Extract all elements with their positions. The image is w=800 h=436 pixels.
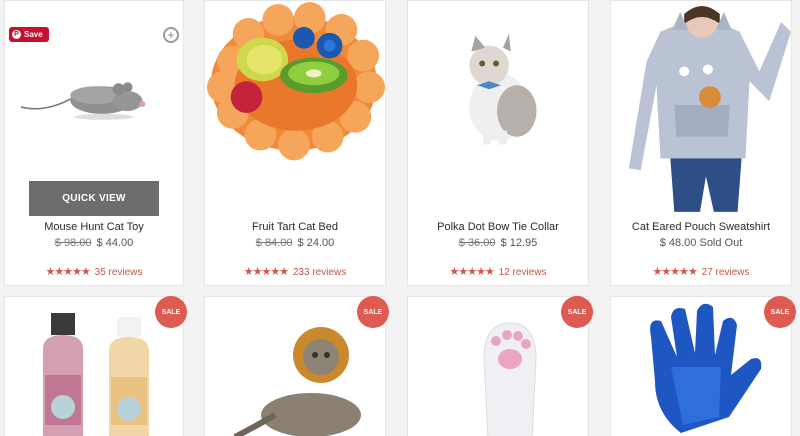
sale-price: $ 48.00 Sold Out: [659, 237, 743, 249]
product-card-mouse-toy[interactable]: P Save + QUICK VIEW Mouse Hunt Cat Toy $…: [4, 0, 184, 286]
sale-price: $ 12.95: [500, 237, 538, 249]
star-rating-icon: ★★★★★: [243, 266, 289, 278]
product-card-fruit-tart-bed[interactable]: Fruit Tart Cat Bed $ 84.00 $ 24.00 ★★★★★…: [204, 0, 386, 286]
product-price: $ 84.00 $ 24.00: [205, 237, 385, 249]
review-count: 27 reviews: [701, 267, 750, 278]
product-price: $ 36.00 $ 12.95: [408, 237, 588, 249]
sale-price: $ 44.00: [96, 237, 134, 249]
product-image-cat-bed[interactable]: [205, 1, 385, 213]
product-price: $ 48.00 Sold Out: [611, 237, 791, 249]
review-count: 35 reviews: [94, 267, 143, 278]
original-price: $ 36.00: [458, 237, 496, 249]
product-image-sweatshirt-model[interactable]: [611, 1, 791, 213]
star-rating-icon: ★★★★★: [652, 266, 698, 278]
zoom-icon[interactable]: +: [163, 27, 179, 43]
quick-view-button[interactable]: QUICK VIEW: [29, 181, 159, 216]
sale-badge: SALE: [561, 296, 593, 328]
product-image-kitten-bowtie[interactable]: [408, 1, 588, 213]
star-rating-icon: ★★★★★: [45, 266, 91, 278]
product-reviews[interactable]: ★★★★★ 233 reviews: [205, 265, 385, 278]
product-grid: P Save + QUICK VIEW Mouse Hunt Cat Toy $…: [0, 0, 800, 436]
save-label: Save: [24, 30, 43, 39]
original-price: $ 98.00: [54, 237, 92, 249]
product-card-bow-tie-collar[interactable]: Polka Dot Bow Tie Collar $ 36.00 $ 12.95…: [407, 0, 589, 286]
pinterest-icon: P: [12, 30, 21, 39]
sale-badge: SALE: [155, 296, 187, 328]
sale-price: $ 24.00: [297, 237, 335, 249]
star-rating-icon: ★★★★★: [449, 266, 495, 278]
review-count: 233 reviews: [292, 267, 347, 278]
product-title[interactable]: Cat Eared Pouch Sweatshirt: [611, 221, 791, 233]
sale-badge: SALE: [357, 296, 389, 328]
product-title[interactable]: Mouse Hunt Cat Toy: [5, 221, 183, 233]
product-reviews[interactable]: ★★★★★ 27 reviews: [611, 265, 791, 278]
original-price: $ 84.00: [255, 237, 293, 249]
product-card-pouch-sweatshirt[interactable]: Cat Eared Pouch Sweatshirt $ 48.00 Sold …: [610, 0, 792, 286]
product-price: $ 98.00 $ 44.00: [5, 237, 183, 249]
sale-badge: SALE: [764, 296, 796, 328]
product-title[interactable]: Polka Dot Bow Tie Collar: [408, 221, 588, 233]
review-count: 12 reviews: [498, 267, 547, 278]
product-reviews[interactable]: ★★★★★ 12 reviews: [408, 265, 588, 278]
pinterest-save-button[interactable]: P Save: [9, 27, 49, 42]
product-title[interactable]: Fruit Tart Cat Bed: [205, 221, 385, 233]
product-reviews[interactable]: ★★★★★ 35 reviews: [5, 265, 183, 278]
